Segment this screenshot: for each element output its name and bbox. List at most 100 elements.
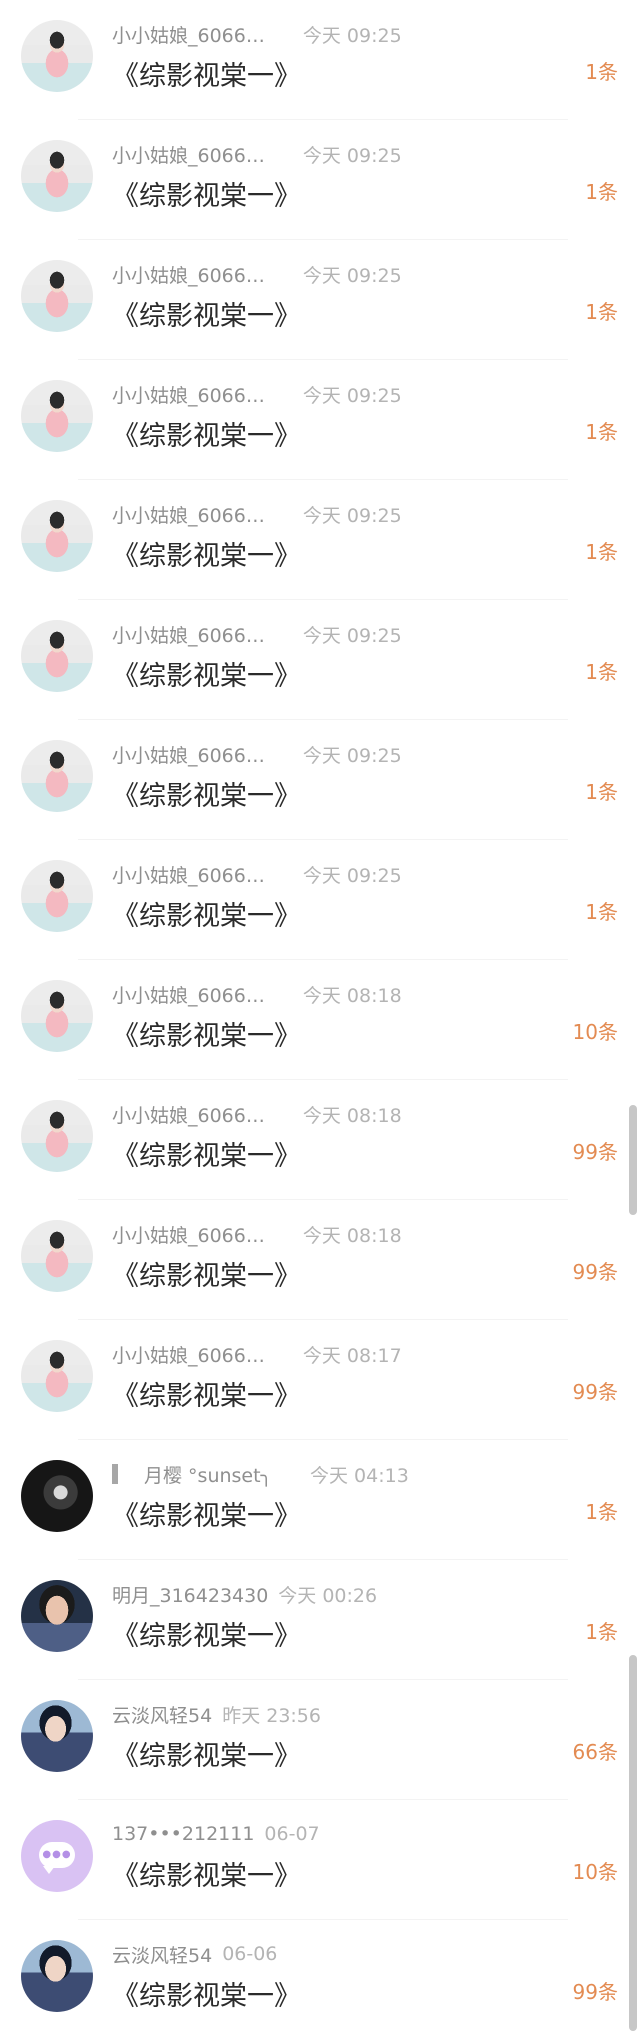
avatar[interactable]	[21, 20, 93, 92]
sender-name[interactable]: 云淡风轻54	[112, 1941, 212, 1968]
row-meta: 小小姑娘_6066… 今天 09:25	[112, 741, 402, 768]
avatar[interactable]	[21, 620, 93, 692]
row-meta: 小小姑娘_6066… 今天 09:25	[112, 261, 402, 288]
sender-name[interactable]: 137•••212111	[112, 1823, 254, 1845]
message-row[interactable]: 小小姑娘_6066… 今天 09:25 《综影视棠一》 1条	[0, 600, 640, 720]
sender-name[interactable]: 小小姑娘_6066…	[112, 1101, 265, 1128]
avatar[interactable]	[21, 1580, 93, 1652]
timestamp: 昨天 23:56	[222, 1704, 321, 1727]
count-badge: 99条	[572, 1980, 618, 2004]
row-meta: 云淡风轻54 06-06	[112, 1941, 278, 1968]
sender-name[interactable]: 小小姑娘_6066…	[112, 21, 265, 48]
row-meta: 小小姑娘_6066… 今天 09:25	[112, 621, 402, 648]
message-row[interactable]: 小小姑娘_6066… 今天 08:18 《综影视棠一》 99条	[0, 1200, 640, 1320]
sender-name[interactable]: 小小姑娘_6066…	[112, 261, 265, 288]
sender-name[interactable]: 小小姑娘_6066…	[112, 621, 265, 648]
avatar[interactable]	[21, 140, 93, 212]
row-meta: 明月_316423430 今天 00:26	[112, 1581, 378, 1608]
count-badge: 1条	[585, 420, 618, 444]
row-meta: 小小姑娘_6066… 今天 09:25	[112, 141, 402, 168]
message-title: 《综影视棠一》	[112, 301, 301, 332]
avatar[interactable]	[21, 1100, 93, 1172]
timestamp: 今天 08:18	[302, 1224, 402, 1247]
count-badge: 10条	[572, 1860, 618, 1884]
message-row[interactable]: 小小姑娘_6066… 今天 08:17 《综影视棠一》 99条	[0, 1320, 640, 1440]
sender-name[interactable]: 小小姑娘_6066…	[112, 1221, 265, 1248]
avatar[interactable]	[21, 1340, 93, 1412]
avatar[interactable]	[21, 500, 93, 572]
message-title: 《综影视棠一》	[112, 1861, 301, 1892]
message-title: 《综影视棠一》	[112, 1141, 301, 1172]
timestamp: 今天 00:26	[278, 1584, 378, 1607]
count-badge: 1条	[585, 300, 618, 324]
scrollbar-thumb[interactable]	[629, 1655, 637, 2031]
avatar[interactable]	[21, 380, 93, 452]
avatar[interactable]	[21, 1700, 93, 1772]
timestamp: 06-06	[222, 1943, 278, 1965]
message-row[interactable]: 小小姑娘_6066… 今天 08:18 《综影视棠一》 99条	[0, 1080, 640, 1200]
message-row[interactable]: 小小姑娘_6066… 今天 09:25 《综影视棠一》 1条	[0, 120, 640, 240]
row-meta: 小小姑娘_6066… 今天 08:18	[112, 1101, 402, 1128]
message-row[interactable]: 小小姑娘_6066… 今天 09:25 《综影视棠一》 1条	[0, 840, 640, 960]
message-title: 《综影视棠一》	[112, 181, 301, 212]
sender-name[interactable]: 小小姑娘_6066…	[112, 861, 265, 888]
count-badge: 1条	[585, 900, 618, 924]
message-row[interactable]: 云淡风轻54 昨天 23:56 《综影视棠一》 66条	[0, 1680, 640, 1800]
row-meta: 小小姑娘_6066… 今天 09:25	[112, 21, 402, 48]
message-row[interactable]: 小小姑娘_6066… 今天 08:18 《综影视棠一》 10条	[0, 960, 640, 1080]
avatar[interactable]	[21, 1460, 93, 1532]
message-row[interactable]: ●●● 137•••212111 06-07 《综影视棠一》 10条	[0, 1800, 640, 1920]
message-title: 《综影视棠一》	[112, 61, 301, 92]
sender-name[interactable]: 明月_316423430	[112, 1581, 268, 1608]
message-row[interactable]: 小小姑娘_6066… 今天 09:25 《综影视棠一》 1条	[0, 720, 640, 840]
accent-bar	[112, 1464, 118, 1484]
message-row[interactable]: 小小姑娘_6066… 今天 09:25 《综影视棠一》 1条	[0, 240, 640, 360]
avatar[interactable]	[21, 1940, 93, 2012]
sender-name[interactable]: 小小姑娘_6066…	[112, 981, 265, 1008]
sender-name[interactable]: 小小姑娘_6066…	[112, 741, 265, 768]
count-badge: 10条	[572, 1020, 618, 1044]
count-badge: 1条	[585, 540, 618, 564]
timestamp: 今天 09:25	[302, 384, 402, 407]
count-badge: 99条	[572, 1260, 618, 1284]
message-title: 《综影视棠一》	[112, 1261, 301, 1292]
timestamp: 今天 09:25	[302, 144, 402, 167]
timestamp: 今天 09:25	[302, 264, 402, 287]
message-row[interactable]: 云淡风轻54 06-06 《综影视棠一》 99条	[0, 1920, 640, 2040]
sender-name[interactable]: 小小姑娘_6066…	[112, 141, 265, 168]
count-badge: 1条	[585, 60, 618, 84]
timestamp: 今天 09:25	[302, 504, 402, 527]
sender-name[interactable]: 小小姑娘_6066…	[112, 501, 265, 528]
message-row[interactable]: 月樱 °sunset╮ 今天 04:13 《综影视棠一》 1条	[0, 1440, 640, 1560]
message-title: 《综影视棠一》	[112, 421, 301, 452]
sender-name[interactable]: 月樱 °sunset╮	[144, 1461, 272, 1488]
sender-name[interactable]: 小小姑娘_6066…	[112, 381, 265, 408]
message-title: 《综影视棠一》	[112, 1501, 301, 1532]
message-title: 《综影视棠一》	[112, 781, 301, 812]
message-title: 《综影视棠一》	[112, 541, 301, 572]
timestamp: 今天 08:18	[302, 984, 402, 1007]
avatar[interactable]: ●●●	[21, 1820, 93, 1892]
ellipsis-icon: ●●●	[42, 1849, 72, 1860]
row-meta: 小小姑娘_6066… 今天 08:18	[112, 981, 402, 1008]
message-row[interactable]: 小小姑娘_6066… 今天 09:25 《综影视棠一》 1条	[0, 480, 640, 600]
timestamp: 今天 08:17	[302, 1344, 402, 1367]
sender-name[interactable]: 小小姑娘_6066…	[112, 1341, 265, 1368]
message-row[interactable]: 小小姑娘_6066… 今天 09:25 《综影视棠一》 1条	[0, 360, 640, 480]
message-title: 《综影视棠一》	[112, 1021, 301, 1052]
timestamp: 今天 09:25	[302, 864, 402, 887]
message-row[interactable]: 明月_316423430 今天 00:26 《综影视棠一》 1条	[0, 1560, 640, 1680]
avatar[interactable]	[21, 740, 93, 812]
message-row[interactable]: 小小姑娘_6066… 今天 09:25 《综影视棠一》 1条	[0, 0, 640, 120]
row-meta: 小小姑娘_6066… 今天 09:25	[112, 381, 402, 408]
timestamp: 今天 08:18	[302, 1104, 402, 1127]
avatar[interactable]	[21, 260, 93, 332]
scrollbar-thumb[interactable]	[629, 1105, 637, 1215]
timestamp: 今天 04:13	[310, 1464, 409, 1487]
avatar[interactable]	[21, 860, 93, 932]
chat-bubble-icon: ●●●	[39, 1842, 75, 1874]
avatar[interactable]	[21, 1220, 93, 1292]
row-meta: 137•••212111 06-07	[112, 1822, 320, 1846]
avatar[interactable]	[21, 980, 93, 1052]
sender-name[interactable]: 云淡风轻54	[112, 1701, 212, 1728]
